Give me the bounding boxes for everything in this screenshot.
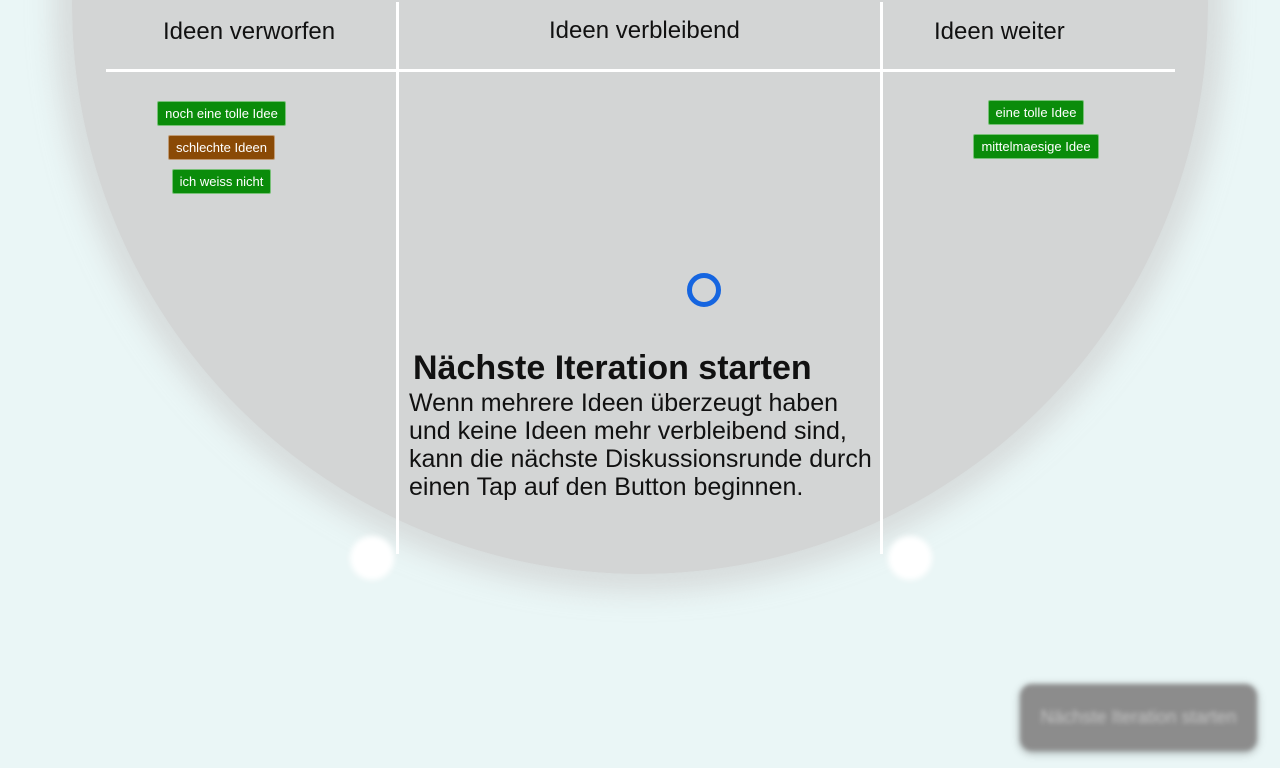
spotlight-notch-left [350, 536, 394, 580]
tutorial-title: Nächste Iteration starten [413, 349, 812, 387]
header-divider [106, 69, 1175, 72]
app-root: Ideen verworfen Ideen verbleibend Ideen … [0, 0, 1280, 768]
column-header-remaining: Ideen verbleibend [549, 17, 740, 44]
idea-card[interactable]: noch eine tolle Idee [157, 101, 286, 126]
tutorial-focus-ring-icon [687, 273, 721, 307]
column-divider-right [880, 2, 883, 554]
idea-card[interactable]: mittelmaesige Idee [973, 134, 1099, 159]
column-header-discarded: Ideen verworfen [163, 18, 336, 45]
idea-card[interactable]: eine tolle Idee [987, 100, 1085, 125]
idea-card[interactable]: schlechte Ideen [167, 135, 276, 160]
discarded-ideas-list: noch eine tolle Idee schlechte Ideen ich… [152, 101, 291, 194]
column-header-continue: Ideen weiter [934, 18, 1065, 45]
spotlight-notch-right [888, 536, 932, 580]
column-divider-left [396, 2, 399, 554]
tutorial-description: Wenn mehrere Ideen überzeugt haben und k… [409, 389, 872, 501]
continue-ideas-list: eine tolle Idee mittelmaesige Idee [968, 100, 1104, 159]
idea-card[interactable]: ich weiss nicht [171, 169, 272, 194]
next-iteration-button[interactable]: Nächste Iteration starten [1020, 684, 1257, 751]
